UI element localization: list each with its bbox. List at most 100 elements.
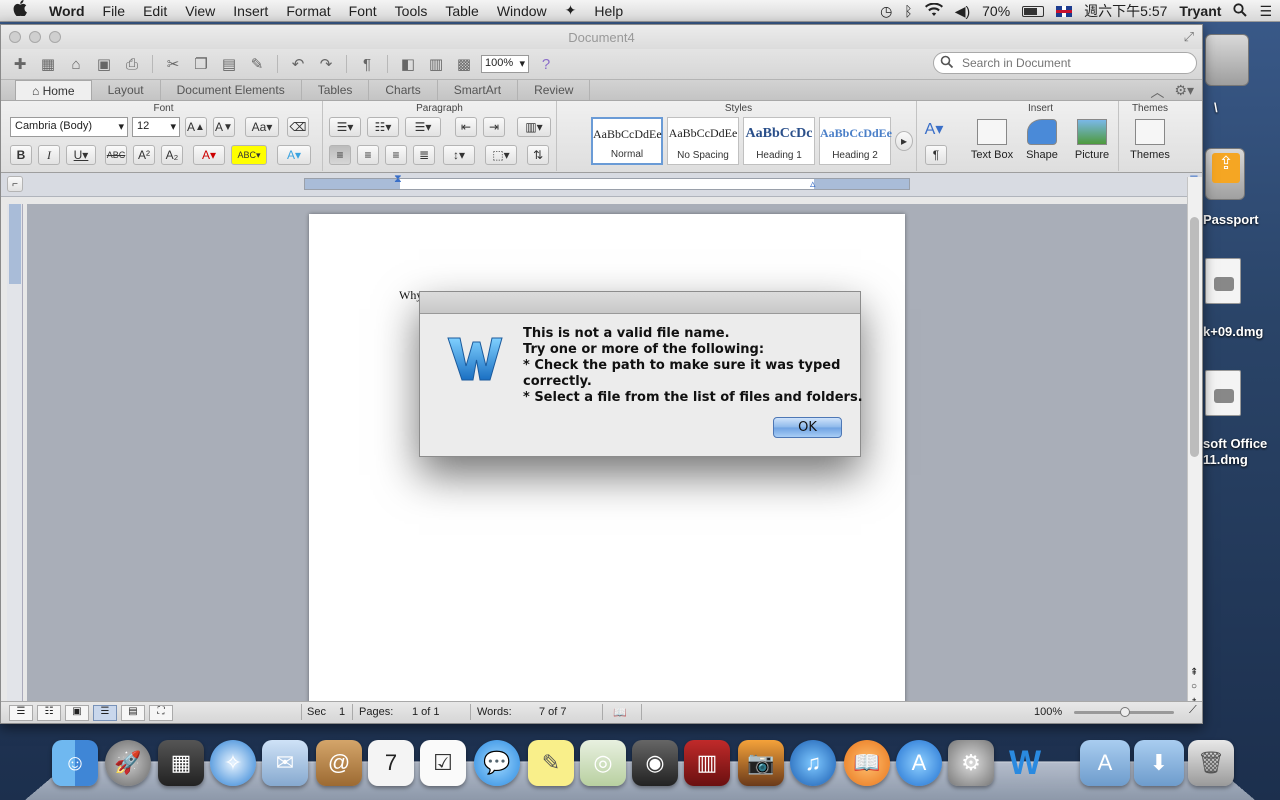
sort-icon[interactable]: ⇅ (527, 145, 549, 165)
messages-icon[interactable]: 💬 (474, 740, 520, 786)
tab-layout[interactable]: Layout (92, 80, 161, 100)
multilevel-list-icon[interactable]: ☰▾ (405, 117, 441, 137)
notification-center-icon[interactable]: ☰ (1259, 3, 1272, 20)
toolbox-icon[interactable]: ▩ (453, 54, 475, 74)
font-size-select[interactable]: 12 ▾ (132, 117, 180, 137)
font-name-select[interactable]: Cambria (Body) ▾ (10, 117, 128, 137)
trash-icon[interactable]: 🗑 (1188, 740, 1234, 786)
safari-icon[interactable]: ✧ (210, 740, 256, 786)
sidebar-icon[interactable]: ◧ (397, 54, 419, 74)
system-preferences-icon[interactable]: ⚙ (948, 740, 994, 786)
shrink-font-icon[interactable]: A ▼ (213, 117, 235, 137)
notebook-view-icon[interactable]: ▤ (121, 705, 145, 721)
print-layout-view-icon[interactable]: ☰ (93, 705, 117, 721)
text-box-button[interactable]: Text Box (967, 119, 1017, 169)
align-center-icon[interactable]: ≡ (357, 145, 379, 165)
themes-button[interactable]: Themes (1125, 119, 1175, 169)
clear-formatting-icon[interactable]: ⌫ (287, 117, 309, 137)
save-icon[interactable]: ▣ (93, 54, 115, 74)
style-heading-2[interactable]: AaBbCcDdEe Heading 2 (819, 117, 892, 165)
photo-booth-icon[interactable]: ▦ (158, 740, 204, 786)
word-icon[interactable]: W (1002, 740, 1048, 786)
align-right-icon[interactable]: ≡ (385, 145, 407, 165)
menu-view[interactable]: View (176, 3, 224, 19)
print-icon[interactable]: ⎙ (121, 54, 143, 74)
address-book-icon[interactable]: @ (316, 740, 362, 786)
text-effects-icon[interactable]: A▾ (277, 145, 311, 165)
input-source-uk-flag-icon[interactable] (1056, 5, 1073, 17)
gallery-icon[interactable]: ▥ (425, 54, 447, 74)
apple-menu-icon[interactable] (0, 0, 40, 21)
zoom-select[interactable]: 100% ▾ (481, 55, 529, 73)
mail-icon[interactable]: ✉ (262, 740, 308, 786)
desktop-item-passport[interactable]: Passport (1203, 212, 1259, 227)
show-formatting-icon[interactable]: ¶ (356, 54, 378, 74)
strikethrough-icon[interactable]: ABC (105, 145, 127, 165)
app-store-icon[interactable]: A (896, 740, 942, 786)
bold-icon[interactable]: B (10, 145, 32, 165)
desktop-item-dmg-1[interactable]: k+09.dmg (1203, 324, 1263, 339)
line-spacing-icon[interactable]: ↕▾ (443, 145, 475, 165)
change-case-icon[interactable]: Aa▾ (245, 117, 279, 137)
spotlight-search-icon[interactable] (1233, 2, 1248, 20)
menubar-user[interactable]: Tryant (1179, 3, 1221, 19)
menu-insert[interactable]: Insert (224, 3, 277, 19)
vertical-scrollbar[interactable]: ⇞ ○ ⇟ (1187, 177, 1202, 714)
paste-icon[interactable]: ▤ (218, 54, 240, 74)
grow-font-icon[interactable]: A ▲ (185, 117, 207, 137)
bullets-icon[interactable]: ☰▾ (329, 117, 361, 137)
menu-edit[interactable]: Edit (134, 3, 176, 19)
resize-grip-icon[interactable]: ⟋ (1189, 704, 1197, 717)
tab-stop-selector-icon[interactable]: ⌐ (7, 176, 23, 192)
manage-styles-icon[interactable]: ¶ (925, 145, 947, 165)
picture-button[interactable]: Picture (1067, 119, 1117, 169)
ibooks-icon[interactable]: 📖 (844, 740, 890, 786)
hard-drive-icon[interactable] (1205, 34, 1249, 86)
menu-table[interactable]: Table (436, 3, 487, 19)
itunes-icon[interactable]: ♫ (790, 740, 836, 786)
shape-button[interactable]: Shape (1017, 119, 1067, 169)
format-painter-icon[interactable]: ✎ (246, 54, 268, 74)
applications-folder-icon[interactable]: A (1080, 740, 1130, 786)
redo-icon[interactable]: ↷ (315, 54, 337, 74)
copy-icon[interactable]: ❐ (190, 54, 212, 74)
photo-booth-icon[interactable]: ▥ (684, 740, 730, 786)
search-input[interactable] (962, 56, 1172, 70)
facetime-icon[interactable]: ◉ (632, 740, 678, 786)
undo-icon[interactable]: ↶ (287, 54, 309, 74)
collapse-ribbon-icon[interactable]: ︿ (1150, 82, 1164, 102)
indent-marker-icon[interactable]: ⧗ (394, 173, 402, 186)
menu-window[interactable]: Window (488, 3, 556, 19)
style-normal[interactable]: AaBbCcDdEe Normal (591, 117, 663, 165)
browse-object-icon[interactable]: ○ (1191, 681, 1197, 692)
menu-format[interactable]: Format (277, 3, 339, 19)
align-left-icon[interactable]: ≡ (329, 145, 351, 165)
menu-file[interactable]: File (94, 3, 135, 19)
increase-indent-icon[interactable]: ⇥ (483, 117, 505, 137)
document-page[interactable]: Why (309, 214, 905, 714)
styles-next-icon[interactable]: ▸ (895, 131, 913, 151)
right-indent-marker-icon[interactable]: ▵ (810, 177, 816, 190)
tab-tables[interactable]: Tables (302, 80, 370, 100)
iphoto-icon[interactable]: 📷 (738, 740, 784, 786)
launchpad-icon[interactable]: 🚀 (105, 740, 151, 786)
dmg-file-icon[interactable] (1205, 258, 1241, 304)
justify-icon[interactable]: ≣ (413, 145, 435, 165)
usb-drive-icon[interactable]: ⇪ (1205, 148, 1245, 200)
script-menu-icon[interactable]: ✦ (556, 2, 586, 19)
battery-icon[interactable] (1022, 5, 1045, 17)
menu-font[interactable]: Font (340, 3, 386, 19)
desktop-item-root[interactable]: \ (1214, 100, 1218, 115)
style-no-spacing[interactable]: AaBbCcDdEe No Spacing (667, 117, 739, 165)
style-heading-1[interactable]: AaBbCcDc Heading 1 (743, 117, 815, 165)
font-color-icon[interactable]: A▾ (193, 145, 225, 165)
tab-document-elements[interactable]: Document Elements (161, 80, 302, 100)
menu-app-name[interactable]: Word (40, 3, 94, 19)
tab-charts[interactable]: Charts (369, 80, 438, 100)
previous-page-icon[interactable]: ⇞ (1190, 667, 1198, 678)
decrease-indent-icon[interactable]: ⇤ (455, 117, 477, 137)
preview-icon[interactable]: ◎ (580, 740, 626, 786)
notes-icon[interactable]: ✎ (528, 740, 574, 786)
new-document-icon[interactable]: ✚ (9, 54, 31, 74)
tab-home[interactable]: ⌂ Home (15, 80, 92, 100)
